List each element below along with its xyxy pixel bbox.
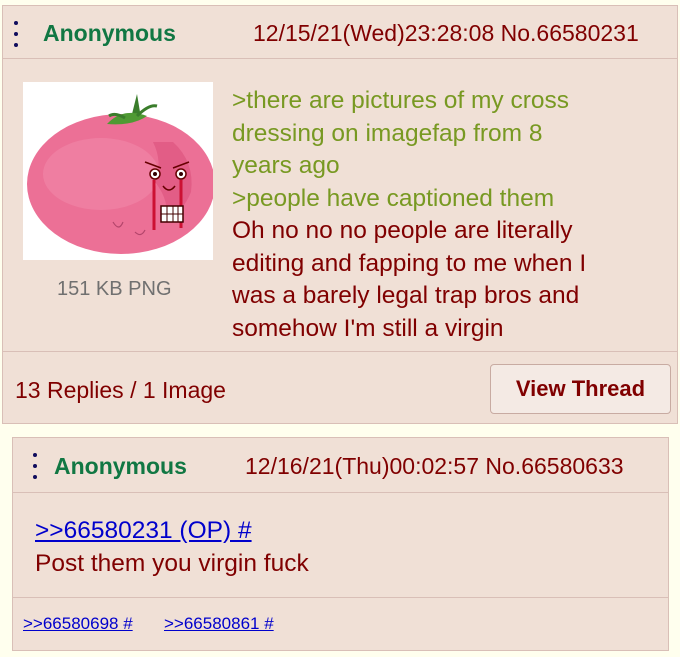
- reply-post: Anonymous 12/16/21(Thu)00:02:57 No.66580…: [12, 437, 669, 651]
- post-thumbnail[interactable]: [23, 82, 215, 260]
- post-text-line: Post them you virgin fuck: [35, 550, 309, 577]
- op-quote-link[interactable]: >>66580231 (OP) #: [35, 514, 309, 547]
- backlink[interactable]: >>66580861 #: [164, 614, 274, 634]
- op-post: Anonymous 12/15/21(Wed)23:28:08 No.66580…: [2, 5, 678, 424]
- post-text-line: editing and fapping to me when I: [232, 249, 587, 277]
- post-body: >>66580231 (OP) # Post them you virgin f…: [35, 514, 309, 580]
- post-body: >there are pictures of my cross dressing…: [232, 85, 652, 345]
- replies-summary: 13 Replies / 1 Image: [15, 377, 226, 403]
- greentext-line: years ago: [232, 152, 340, 179]
- post-footer: >>66580698 # >>66580861 #: [13, 597, 668, 651]
- post-text-line: was a barely legal trap bros and: [232, 282, 580, 309]
- post-menu-icon[interactable]: [32, 453, 38, 479]
- post-datetime-number[interactable]: 12/15/21(Wed)23:28:08 No.66580231: [253, 20, 639, 47]
- crying-tomato-wojak-image: [27, 94, 215, 254]
- post-datetime-number[interactable]: 12/16/21(Thu)00:02:57 No.66580633: [245, 453, 624, 480]
- greentext-line: >there are pictures of my cross: [232, 87, 570, 114]
- greentext-line: dressing on imagefap from 8: [232, 119, 543, 147]
- post-header: Anonymous 12/16/21(Thu)00:02:57 No.66580…: [13, 438, 668, 493]
- backlink[interactable]: >>66580698 #: [23, 614, 133, 634]
- post-text-line: Oh no no no people are literally: [232, 217, 573, 244]
- file-info: 151 KB PNG: [57, 278, 172, 300]
- post-footer: 13 Replies / 1 Image View Thread: [3, 351, 677, 423]
- view-thread-button[interactable]: View Thread: [490, 364, 671, 414]
- post-menu-icon[interactable]: [13, 21, 19, 47]
- greentext-line: >people have captioned them: [232, 184, 555, 212]
- post-text-line: somehow I'm still a virgin: [232, 314, 504, 342]
- poster-name: Anonymous: [43, 20, 176, 46]
- post-header: Anonymous 12/15/21(Wed)23:28:08 No.66580…: [3, 6, 677, 59]
- poster-name: Anonymous: [54, 453, 187, 479]
